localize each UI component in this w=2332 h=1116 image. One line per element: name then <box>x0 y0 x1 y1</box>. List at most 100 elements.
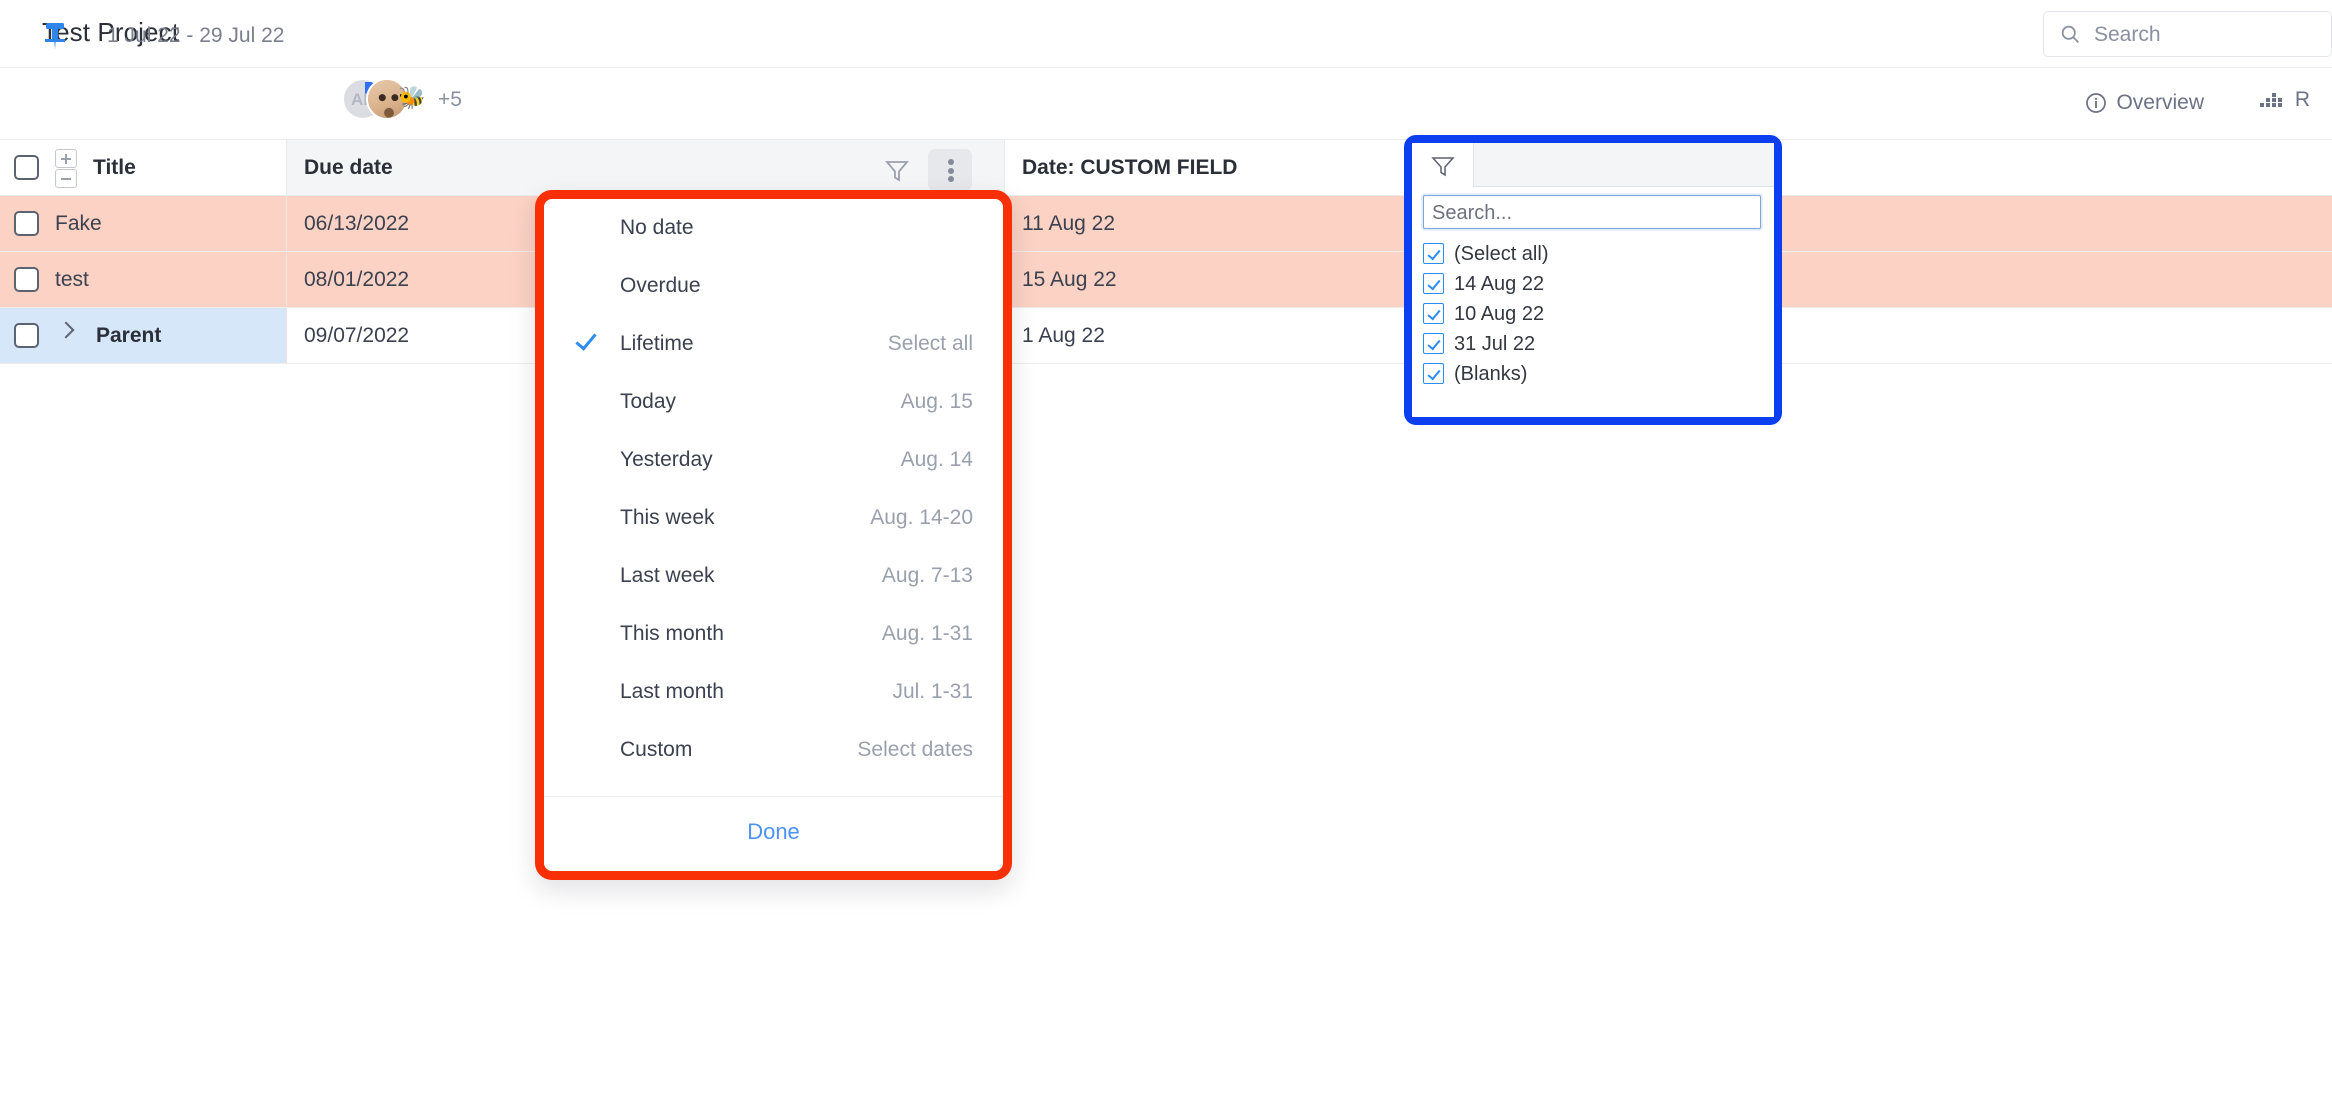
menu-item-hint: Jul. 1-31 <box>892 680 973 703</box>
menu-item-last-month[interactable]: Last month Jul. 1-31 <box>544 663 1003 721</box>
row-title: test <box>55 267 89 291</box>
filter-option-label: (Blanks) <box>1454 362 1528 385</box>
menu-item-label: Lifetime <box>620 332 694 355</box>
filter-option-select-all[interactable]: (Select all) <box>1423 239 1766 269</box>
menu-item-no-date[interactable]: No date <box>544 199 1003 257</box>
row-custom-field: 15 Aug 22 <box>1022 267 1117 291</box>
filter-option-label: (Select all) <box>1454 242 1549 265</box>
menu-item-label: Last week <box>620 564 715 587</box>
value-filter-options: (Select all) 14 Aug 22 10 Aug 22 31 Jul … <box>1423 239 1766 389</box>
menu-item-overdue[interactable]: Overdue <box>544 257 1003 315</box>
report-label: R <box>2294 88 2310 111</box>
menu-item-label: No date <box>620 216 694 239</box>
table-row[interactable]: Parent 09/07/2022 1 Aug 22 <box>0 308 2332 364</box>
search-input[interactable]: Search <box>2043 11 2332 57</box>
checkbox-checked-icon[interactable] <box>1423 303 1444 324</box>
menu-item-today[interactable]: Today Aug. 15 <box>544 373 1003 431</box>
cell-title[interactable]: test <box>0 252 286 308</box>
row-checkbox[interactable] <box>14 211 39 236</box>
filter-option[interactable]: 10 Aug 22 <box>1423 299 1766 329</box>
tab-filter[interactable] <box>1412 143 1474 187</box>
value-filter-panel: Search... (Select all) 14 Aug 22 10 Aug … <box>1404 135 1782 425</box>
menu-item-last-week[interactable]: Last week Aug. 7-13 <box>544 547 1003 605</box>
row-due-date: 09/07/2022 <box>304 323 410 347</box>
table-row[interactable]: test 08/01/2022 15 Aug 22 <box>0 252 2332 308</box>
row-custom-field: 11 Aug 22 <box>1022 211 1116 235</box>
menu-item-hint: Aug. 7-13 <box>881 564 973 587</box>
filter-option-label: 31 Jul 22 <box>1454 332 1536 355</box>
date-filter-menu-body: No date Overdue Lifetime Select all Toda… <box>544 199 1003 871</box>
column-header-label: Date: CUSTOM FIELD <box>1022 155 1238 179</box>
checkbox-checked-icon[interactable] <box>1423 333 1444 354</box>
pin-icon[interactable] <box>42 22 68 50</box>
task-table: Title Due date Date: CUSTOM FIELD Fake 0… <box>0 140 2332 364</box>
menu-item-label: Today <box>620 390 677 413</box>
menu-item-label: Last month <box>620 680 724 703</box>
kebab-menu-icon[interactable] <box>928 149 972 191</box>
row-title: Fake <box>55 211 102 235</box>
date-filter-menu: No date Overdue Lifetime Select all Toda… <box>535 190 1012 880</box>
collapse-rows-icon[interactable] <box>55 169 77 188</box>
checkbox-checked-icon[interactable] <box>1423 363 1444 384</box>
search-icon <box>2061 25 2079 43</box>
menu-item-hint: Select dates <box>857 738 973 761</box>
menu-item-label: Yesterday <box>620 448 713 471</box>
menu-item-hint: Aug. 14-20 <box>870 506 973 529</box>
project-date-range: 1 Jul 22 - 29 Jul 22 <box>107 24 285 47</box>
bee-icon: 🐝 <box>398 85 426 110</box>
search-placeholder: Search <box>2094 23 2161 46</box>
select-all-checkbox[interactable] <box>14 155 39 180</box>
row-due-date: 08/01/2022 <box>304 267 410 291</box>
done-button[interactable]: Done <box>544 797 1003 867</box>
overview-button[interactable]: Overview <box>2085 86 2204 120</box>
value-filter-body: Search... (Select all) 14 Aug 22 10 Aug … <box>1412 143 1774 417</box>
menu-item-label: This month <box>620 622 724 645</box>
row-title: Parent <box>96 323 162 347</box>
menu-item-this-week[interactable]: This week Aug. 14-20 <box>544 489 1003 547</box>
menu-item-hint: Select all <box>887 332 973 355</box>
menu-item-label: Custom <box>620 738 693 761</box>
checkbox-checked-icon[interactable] <box>1423 243 1444 264</box>
row-custom-field: 1 Aug 22 <box>1022 323 1105 347</box>
check-icon <box>575 328 597 351</box>
row-checkbox[interactable] <box>14 267 39 292</box>
menu-item-this-month[interactable]: This month Aug. 1-31 <box>544 605 1003 663</box>
overview-label: Overview <box>2116 91 2204 114</box>
filter-option[interactable]: 14 Aug 22 <box>1423 269 1766 299</box>
filter-option[interactable]: 31 Jul 22 <box>1423 329 1766 359</box>
value-filter-search-input[interactable]: Search... <box>1423 195 1761 229</box>
funnel-icon <box>1431 157 1455 177</box>
bar-chart-icon <box>2259 93 2282 107</box>
menu-item-label: This week <box>620 506 715 529</box>
menu-item-hint: Aug. 15 <box>900 390 973 413</box>
expand-collapse-stack[interactable] <box>55 149 77 189</box>
cell-title[interactable]: Fake <box>0 196 286 252</box>
avatar-overflow-count: +5 <box>438 88 462 111</box>
menu-item-label: Overdue <box>620 274 701 297</box>
filter-option-blanks[interactable]: (Blanks) <box>1423 359 1766 389</box>
done-label: Done <box>747 819 800 844</box>
menu-item-hint: Aug. 1-31 <box>881 622 973 645</box>
menu-item-lifetime[interactable]: Lifetime Select all <box>544 315 1003 373</box>
menu-item-custom[interactable]: Custom Select dates <box>544 721 1003 779</box>
app-window: Test Project Search 1 Jul 22 - 29 Jul 22… <box>0 0 2332 1116</box>
row-due-date: 06/13/2022 <box>304 211 410 235</box>
title-bar: Test Project Search <box>0 0 2332 68</box>
funnel-icon[interactable] <box>880 154 914 188</box>
table-header-row: Title Due date Date: CUSTOM FIELD <box>0 140 2332 196</box>
checkbox-checked-icon[interactable] <box>1423 273 1444 294</box>
column-header-label: Title <box>93 155 136 179</box>
cell-title[interactable]: Parent <box>0 308 286 364</box>
value-filter-tabstrip <box>1412 143 1774 187</box>
table-row[interactable]: Fake 06/13/2022 11 Aug 22 <box>0 196 2332 252</box>
info-circle-icon <box>2086 93 2107 113</box>
column-header-label: Due date <box>304 155 393 179</box>
chevron-right-icon[interactable] <box>57 321 75 339</box>
menu-item-hint: Aug. 14 <box>900 448 973 471</box>
menu-item-yesterday[interactable]: Yesterday Aug. 14 <box>544 431 1003 489</box>
report-button[interactable]: R <box>2259 88 2310 112</box>
expand-rows-icon[interactable] <box>55 149 77 168</box>
column-header-title[interactable]: Title <box>0 140 286 196</box>
row-checkbox[interactable] <box>14 323 39 348</box>
filter-option-label: 14 Aug 22 <box>1454 272 1545 295</box>
